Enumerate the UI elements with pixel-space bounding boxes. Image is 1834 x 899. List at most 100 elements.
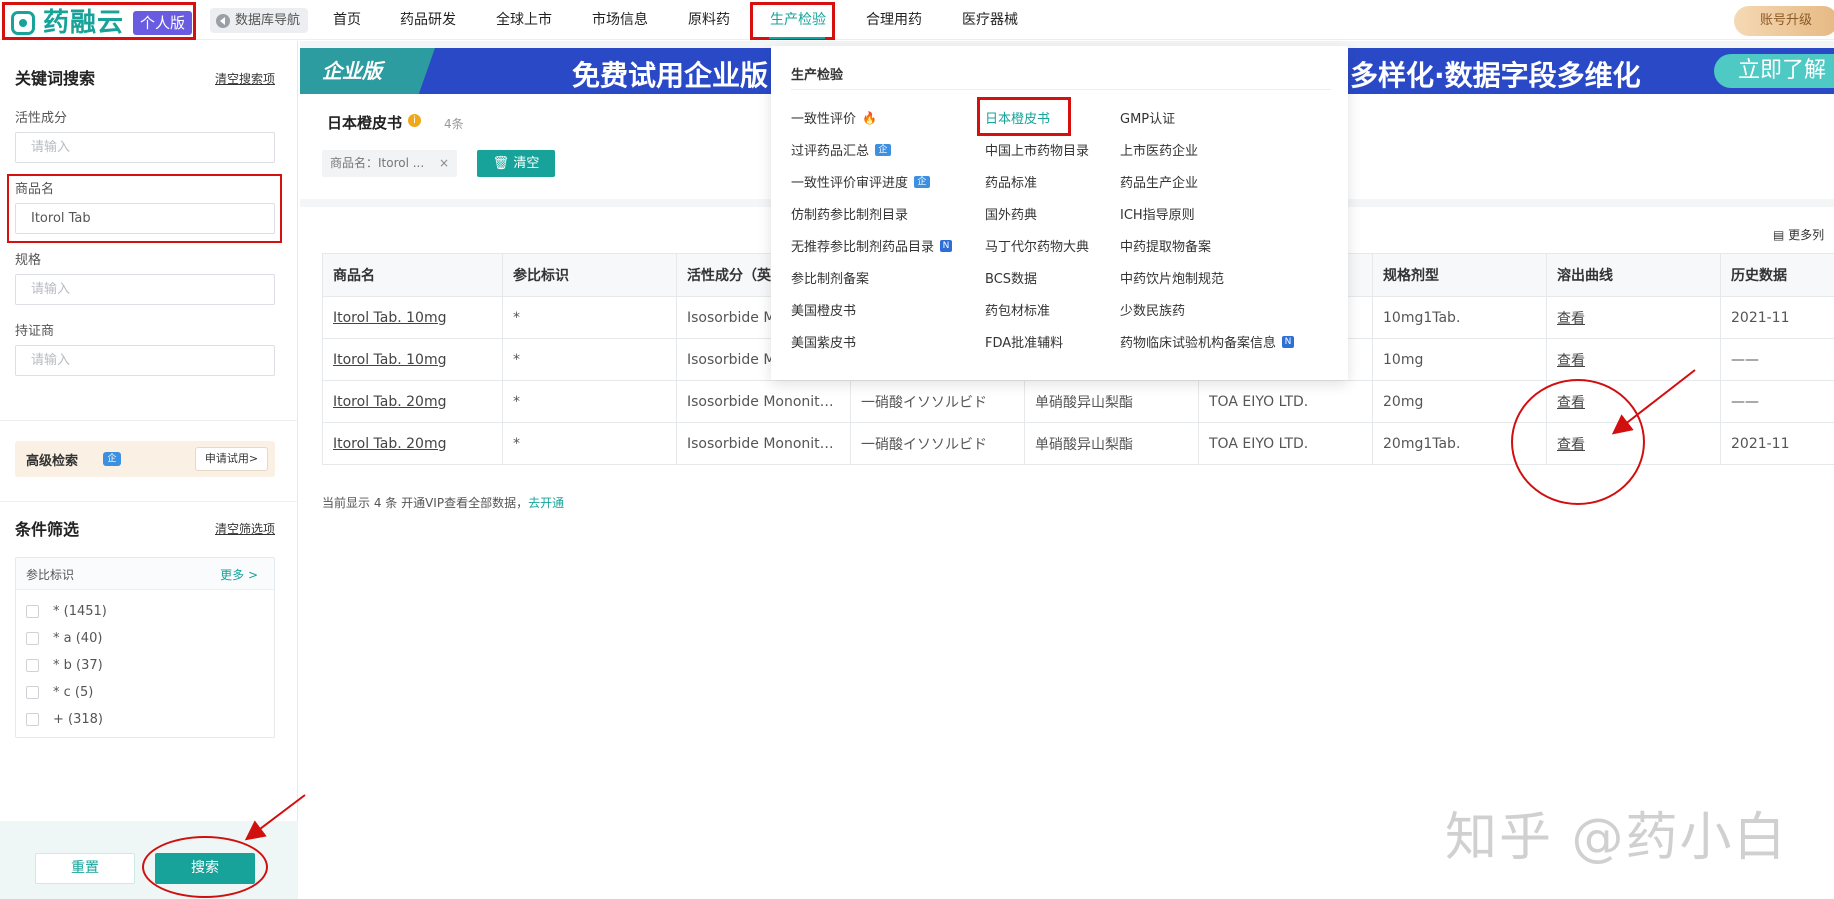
column-header[interactable]: 溶出曲线 — [1546, 253, 1721, 297]
new-badge-icon: N — [1282, 335, 1295, 348]
column-header[interactable]: 参比标识 — [502, 253, 677, 297]
menu-item[interactable]: 药包材标准 — [985, 300, 1050, 319]
menu-item[interactable]: 药品生产企业 — [1120, 172, 1198, 191]
filter-option-label: * a (40) — [53, 630, 103, 646]
search-sidebar: 关键词搜索 清空搜索项 活性成分 请输入 商品名 Itorol Tab 规格 请… — [0, 41, 298, 899]
product-name-link[interactable]: Itorol Tab. 10mg — [322, 296, 503, 339]
result-count: 4条 — [444, 117, 464, 131]
table-cell: TOA EIYO LTD. — [1198, 422, 1373, 465]
menu-item-label: 美国紫皮书 — [791, 336, 857, 351]
menu-item[interactable]: 药品标准 — [985, 172, 1037, 191]
view-dissolution-link[interactable]: 查看 — [1546, 338, 1721, 381]
menu-item[interactable]: FDA批准辅料 — [985, 332, 1063, 351]
menu-item[interactable]: 美国紫皮书 — [791, 332, 856, 351]
apply-trial-button[interactable]: 申请试用> — [195, 447, 268, 471]
menu-item[interactable]: 中药提取物备案 — [1120, 236, 1211, 255]
filter-title: 条件筛选 — [15, 520, 80, 539]
edition-badge: 个人版 — [133, 11, 193, 35]
menu-item[interactable]: 中药饮片炮制规范 — [1120, 268, 1224, 287]
nav-item-drug-rnd[interactable]: 药品研发 — [400, 0, 456, 40]
checkbox[interactable] — [26, 712, 39, 726]
menu-item-label: 一致性评价 — [791, 112, 857, 127]
banner-cta-button[interactable]: 立即了解 — [1714, 54, 1834, 88]
watermark: 知乎 @药小白 — [1445, 808, 1788, 868]
menu-item[interactable]: 无推荐参比制剂药品目录 N — [791, 236, 953, 255]
menu-item[interactable]: 国外药典 — [985, 204, 1037, 223]
nav-item-rational-use[interactable]: 合理用药 — [866, 0, 922, 40]
clear-filter-link[interactable]: 清空筛选项 — [215, 520, 275, 537]
table-cell: 2021-11 — [1720, 296, 1834, 339]
annotation-box-trade-name — [7, 174, 282, 243]
more-columns-label: 更多列 — [1788, 228, 1825, 242]
filter-option[interactable]: + (318) — [26, 710, 103, 728]
chip-label: 商品名：Itorol ... — [330, 156, 425, 170]
annotation-circle-search — [142, 836, 268, 898]
menu-item-label: 药物临床试验机构备案信息 — [1120, 336, 1277, 351]
menu-item[interactable]: 参比制剂备案 — [791, 268, 869, 287]
enterprise-badge-icon: 企 — [103, 452, 121, 466]
table-cell: Isosorbide Mononit… — [676, 422, 851, 465]
view-dissolution-link[interactable]: 查看 — [1546, 296, 1721, 339]
database-nav-button[interactable]: 数据库导航 — [210, 8, 309, 33]
menu-item[interactable]: ICH指导原则 — [1120, 204, 1195, 223]
vip-open-link[interactable]: 去开通 — [528, 496, 564, 510]
logo-highlight-box: 药融云 个人版 — [2, 2, 196, 40]
nav-item-market-info[interactable]: 市场信息 — [592, 0, 648, 40]
info-icon[interactable]: i — [408, 114, 421, 127]
annotation-box-menu-item — [977, 97, 1071, 136]
menu-item-label: 美国橙皮书 — [791, 304, 857, 319]
database-nav-label: 数据库导航 — [235, 13, 301, 28]
chip-close-icon[interactable]: × — [439, 150, 449, 177]
filter-option-label: * c (5) — [53, 684, 94, 700]
annotation-circle-dissolution — [1511, 379, 1645, 505]
checkbox[interactable] — [26, 685, 39, 699]
table-cell: 单硝酸异山梨酯 — [1024, 422, 1199, 465]
spec-input[interactable]: 请输入 — [15, 274, 275, 305]
upgrade-account-button[interactable]: 账号升级 — [1734, 6, 1834, 36]
menu-item[interactable]: 过评药品汇总企 — [791, 140, 892, 159]
column-header[interactable]: 历史数据 — [1720, 253, 1834, 297]
license-holder-input[interactable]: 请输入 — [15, 345, 275, 376]
filter-option[interactable]: * c (5) — [26, 683, 93, 701]
nav-item-home[interactable]: 首页 — [333, 0, 361, 40]
nav-item-global-market[interactable]: 全球上市 — [496, 0, 552, 40]
active-ingredient-input[interactable]: 请输入 — [15, 132, 275, 163]
menu-item-label: 过评药品汇总 — [791, 144, 870, 159]
product-name-link[interactable]: Itorol Tab. 20mg — [322, 380, 503, 423]
banner-tag: 企业版 — [300, 48, 435, 94]
product-name-link[interactable]: Itorol Tab. 10mg — [322, 338, 503, 381]
menu-item[interactable]: 中国上市药物目录 — [985, 140, 1089, 159]
reset-button[interactable]: 重置 — [35, 853, 135, 884]
column-header[interactable]: 规格剂型 — [1372, 253, 1547, 297]
field-label-active-ingredient: 活性成分 — [15, 111, 68, 126]
filter-more-link[interactable]: 更多 > — [220, 566, 258, 583]
divider — [0, 501, 298, 502]
checkbox[interactable] — [26, 658, 39, 672]
menu-item[interactable]: GMP认证 — [1120, 108, 1175, 127]
field-label-license-holder: 持证商 — [15, 324, 55, 339]
brand-name[interactable]: 药融云 — [43, 8, 124, 38]
advanced-search-label: 高级检索 — [26, 454, 79, 469]
menu-item[interactable]: 上市医药企业 — [1120, 140, 1198, 159]
nav-item-api[interactable]: 原料药 — [688, 0, 730, 40]
product-name-link[interactable]: Itorol Tab. 20mg — [322, 422, 503, 465]
filter-option[interactable]: * (1451) — [26, 602, 107, 620]
table-cell: Isosorbide Mononit… — [676, 380, 851, 423]
checkbox[interactable] — [26, 604, 39, 618]
menu-item[interactable]: 马丁代尔药物大典 — [985, 236, 1089, 255]
more-columns-button[interactable]: ▤ 更多列 — [1773, 226, 1824, 243]
menu-item[interactable]: 少数民族药 — [1120, 300, 1185, 319]
menu-item[interactable]: 仿制药参比制剂目录 — [791, 204, 908, 223]
filter-option[interactable]: * a (40) — [26, 629, 102, 647]
menu-item[interactable]: 美国橙皮书 — [791, 300, 856, 319]
clear-search-link[interactable]: 清空搜索项 — [215, 70, 275, 87]
menu-item[interactable]: 一致性评价审评进度企 — [791, 172, 931, 191]
filter-option[interactable]: * b (37) — [26, 656, 103, 674]
menu-item[interactable]: 药物临床试验机构备案信息 N — [1120, 332, 1295, 351]
checkbox[interactable] — [26, 631, 39, 645]
menu-item[interactable]: BCS数据 — [985, 268, 1037, 287]
column-header[interactable]: 商品名 — [322, 253, 503, 297]
clear-filters-button[interactable]: 🗑 清空 — [477, 150, 555, 177]
nav-item-medical-devices[interactable]: 医疗器械 — [962, 0, 1018, 40]
menu-item[interactable]: 一致性评价 🔥 — [791, 108, 877, 128]
